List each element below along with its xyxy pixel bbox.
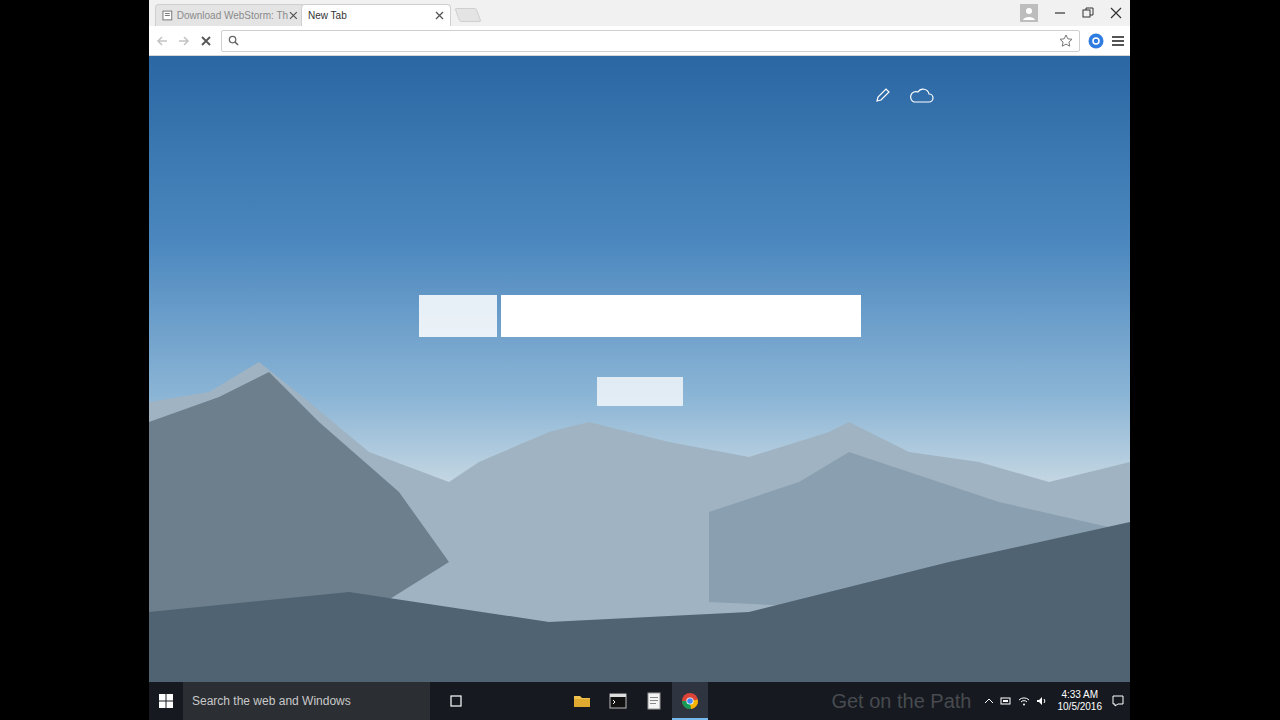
clock-time: 4:33 AM xyxy=(1058,689,1103,702)
tab-close-icon[interactable] xyxy=(435,11,444,20)
right-black-border xyxy=(1130,0,1280,720)
system-tray: 4:33 AM 10/5/2016 xyxy=(984,689,1131,714)
terminal-icon xyxy=(608,691,628,711)
menu-icon[interactable] xyxy=(1112,34,1124,48)
taskbar-app[interactable] xyxy=(636,682,672,720)
volume-icon[interactable] xyxy=(1036,696,1048,706)
task-view-button[interactable] xyxy=(438,682,474,720)
clock[interactable]: 4:33 AM 10/5/2016 xyxy=(1054,689,1107,714)
pencil-icon[interactable] xyxy=(874,86,892,104)
taskbar: Search the web and Windows Get on the Pa… xyxy=(149,682,1130,720)
browser-toolbar xyxy=(149,26,1130,56)
search-input[interactable] xyxy=(501,295,861,337)
window-controls xyxy=(1020,0,1130,26)
search-button[interactable] xyxy=(597,377,683,406)
stop-icon[interactable] xyxy=(199,34,213,48)
taskbar-search-text: Search the web and Windows xyxy=(192,692,351,710)
task-view-icon xyxy=(449,694,463,708)
search-row xyxy=(149,295,1130,337)
folder-icon xyxy=(572,691,592,711)
left-black-border xyxy=(0,0,149,720)
cloud-icon[interactable] xyxy=(908,86,934,104)
close-icon[interactable] xyxy=(1110,7,1122,19)
notifications-icon[interactable] xyxy=(1112,695,1124,707)
windows-logo-icon xyxy=(159,694,173,708)
notes-icon xyxy=(644,691,664,711)
tab-label: Download WebStorm: Th xyxy=(177,8,286,23)
video-watermark: Get on the Path xyxy=(831,686,971,716)
restore-icon[interactable] xyxy=(1082,7,1094,19)
bookmark-star-icon[interactable] xyxy=(1059,34,1073,48)
browser-window: Download WebStorm: Th New Tab xyxy=(149,0,1130,720)
tab-close-icon[interactable] xyxy=(289,11,298,20)
taskbar-app[interactable] xyxy=(672,682,708,720)
profile-icon[interactable] xyxy=(1020,4,1038,22)
start-button[interactable] xyxy=(149,682,183,720)
extension-icon[interactable] xyxy=(1088,33,1104,49)
new-tab-button[interactable] xyxy=(454,8,481,22)
browser-tab[interactable]: New Tab xyxy=(301,4,451,26)
tray-expand-icon[interactable] xyxy=(984,696,994,706)
taskbar-search[interactable]: Search the web and Windows xyxy=(183,682,430,720)
tab-label: New Tab xyxy=(308,8,431,23)
browser-tab[interactable]: Download WebStorm: Th xyxy=(155,4,305,26)
clock-date: 10/5/2016 xyxy=(1058,701,1103,714)
search-icon xyxy=(228,35,239,46)
taskbar-app[interactable] xyxy=(564,682,600,720)
minimize-icon[interactable] xyxy=(1054,7,1066,19)
taskbar-app[interactable] xyxy=(600,682,636,720)
page-tools xyxy=(149,56,1130,116)
search-engine-box[interactable] xyxy=(419,295,497,337)
mountain-background-icon xyxy=(149,362,1130,682)
network-icon[interactable] xyxy=(1018,696,1030,706)
battery-icon[interactable] xyxy=(1000,696,1012,706)
new-tab-page xyxy=(149,56,1130,682)
back-icon[interactable] xyxy=(155,34,169,48)
page-favicon-icon xyxy=(162,10,173,21)
chrome-icon xyxy=(680,691,700,711)
forward-icon[interactable] xyxy=(177,34,191,48)
address-bar[interactable] xyxy=(221,30,1080,52)
search-button-row xyxy=(149,337,1130,406)
tab-strip: Download WebStorm: Th New Tab xyxy=(149,0,1130,26)
